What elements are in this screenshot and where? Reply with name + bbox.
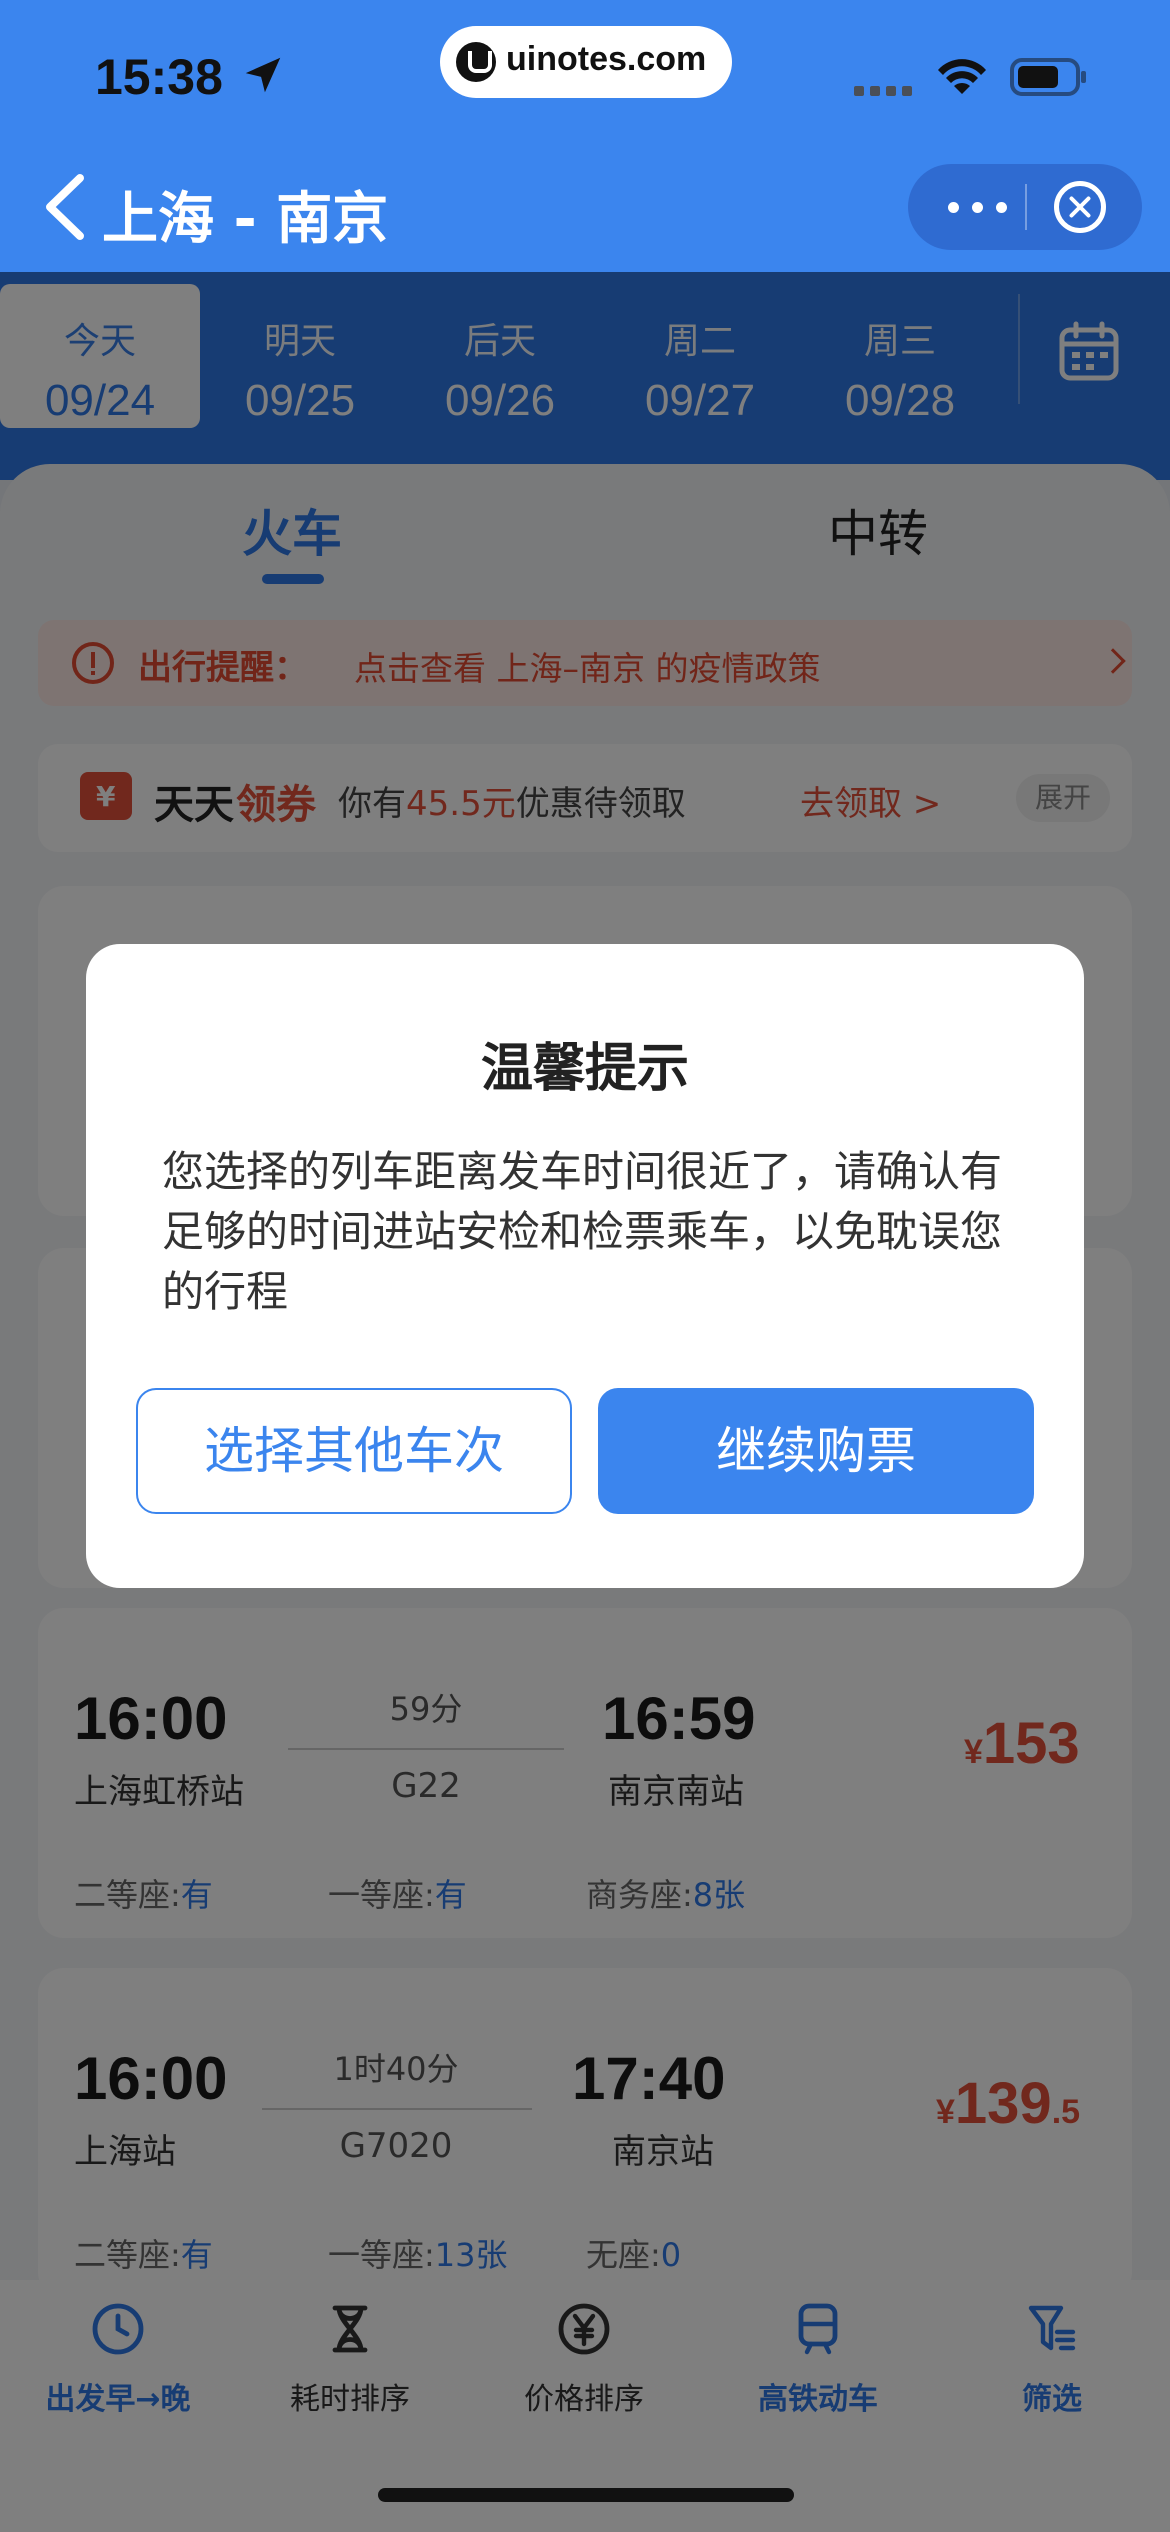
miniprogram-capsule <box>908 164 1142 250</box>
continue-purchase-button[interactable]: 继续购票 <box>598 1388 1034 1514</box>
status-time: 15:38 <box>95 49 223 105</box>
wifi-icon <box>938 59 986 94</box>
site-logo-icon <box>456 42 496 82</box>
status-bar: 15:38 uinotes.com <box>0 0 1170 150</box>
more-icon[interactable] <box>948 202 1008 214</box>
reminder-dialog: 温馨提示 您选择的列车距离发车时间很近了，请确认有足够的时间进站安检和检票乘车，… <box>86 944 1084 1588</box>
close-icon[interactable] <box>1054 181 1106 233</box>
signal-icon <box>854 86 914 96</box>
site-url: uinotes.com <box>506 40 707 78</box>
location-arrow-icon <box>245 57 281 93</box>
page-title: 上海 - 南京 <box>102 187 389 252</box>
url-pill: uinotes.com <box>440 26 732 98</box>
dialog-title: 温馨提示 <box>480 1039 689 1099</box>
home-indicator[interactable] <box>378 2488 794 2502</box>
dialog-message: 您选择的列车距离发车时间很近了，请确认有足够的时间进站安检和检票乘车，以免耽误您… <box>162 1147 1003 1316</box>
choose-other-train-button[interactable]: 选择其他车次 <box>136 1388 572 1514</box>
capsule-divider <box>1025 184 1027 230</box>
battery-icon <box>1010 58 1086 96</box>
back-chevron-icon[interactable] <box>40 172 90 242</box>
